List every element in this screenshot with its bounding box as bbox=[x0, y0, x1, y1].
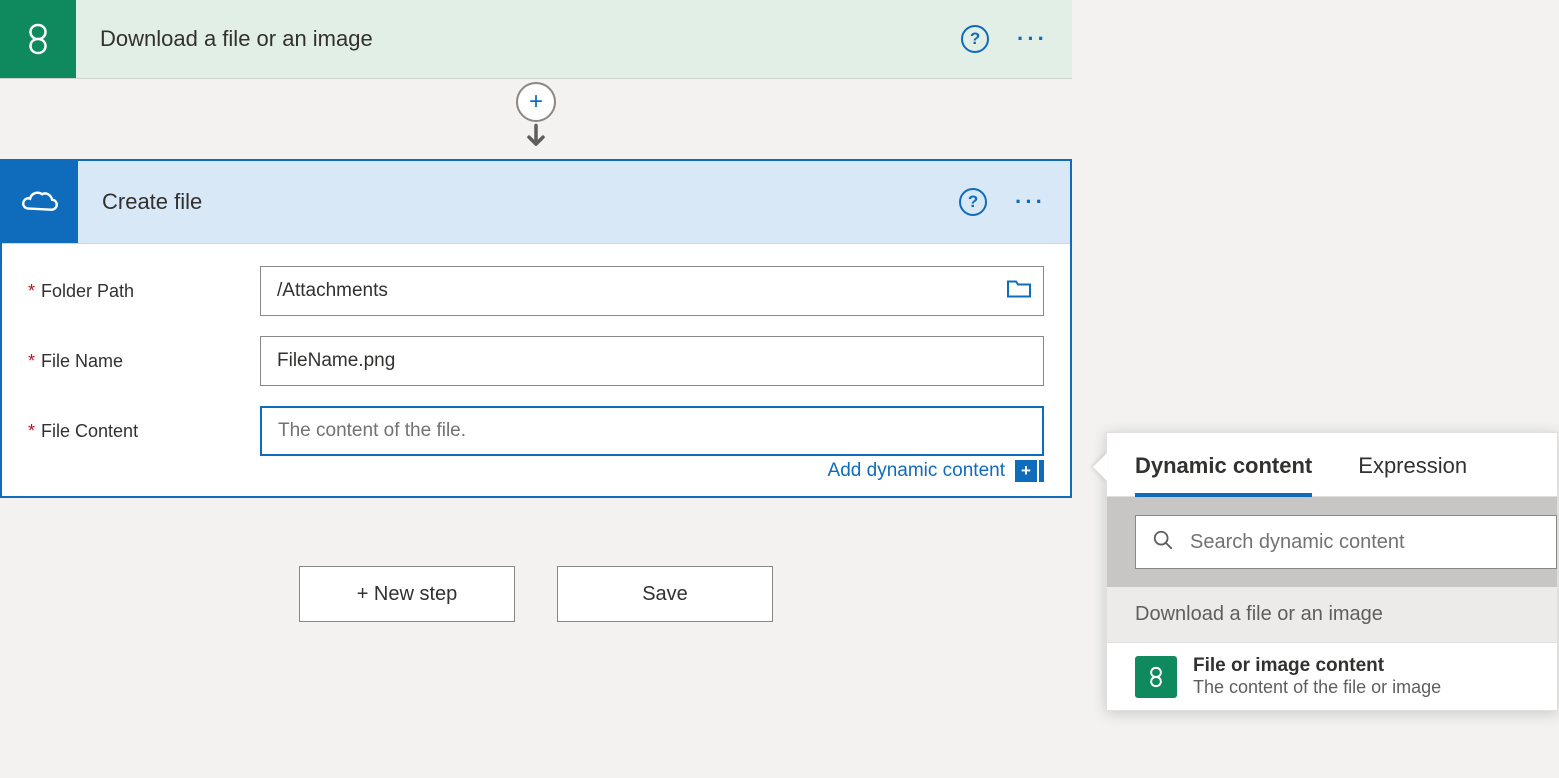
tab-expression[interactable]: Expression bbox=[1358, 453, 1467, 496]
file-content-input[interactable] bbox=[260, 406, 1044, 456]
dataverse-icon bbox=[0, 0, 76, 78]
step-create-file-card: Create file ? ··· * Folder Path bbox=[0, 159, 1072, 498]
panel-pointer bbox=[1093, 453, 1107, 481]
dynamic-item-desc: The content of the file or image bbox=[1193, 677, 1441, 698]
more-icon[interactable]: ··· bbox=[1015, 191, 1046, 213]
arrow-down-icon bbox=[522, 128, 550, 150]
dynamic-item-file-content[interactable]: File or image content The content of the… bbox=[1107, 642, 1557, 710]
help-icon[interactable]: ? bbox=[959, 188, 987, 216]
save-button[interactable]: Save bbox=[557, 566, 773, 622]
onedrive-icon bbox=[2, 161, 78, 243]
step-create-file-title: Create file bbox=[102, 189, 202, 215]
tab-dynamic-content[interactable]: Dynamic content bbox=[1135, 453, 1312, 497]
dynamic-item-title: File or image content bbox=[1193, 655, 1441, 677]
file-content-label: File Content bbox=[41, 421, 138, 442]
save-label: Save bbox=[642, 583, 688, 606]
folder-picker-icon[interactable] bbox=[1006, 278, 1032, 305]
search-icon bbox=[1152, 529, 1174, 556]
dataverse-icon bbox=[1135, 656, 1177, 698]
search-input[interactable] bbox=[1190, 531, 1540, 554]
dynamic-section-header: Download a file or an image bbox=[1107, 587, 1557, 642]
more-icon[interactable]: ··· bbox=[1017, 28, 1048, 50]
field-folder-path: * Folder Path bbox=[28, 266, 1044, 316]
step-download-title: Download a file or an image bbox=[100, 26, 373, 52]
required-marker: * bbox=[28, 281, 35, 302]
new-step-label: + New step bbox=[357, 583, 458, 606]
add-dynamic-content-link[interactable]: Add dynamic content bbox=[828, 460, 1005, 482]
step-download-header[interactable]: Download a file or an image ? ··· bbox=[0, 0, 1072, 79]
required-marker: * bbox=[28, 351, 35, 372]
add-step-button[interactable]: + bbox=[516, 82, 556, 122]
field-file-content: * File Content bbox=[28, 406, 1044, 456]
required-marker: * bbox=[28, 421, 35, 442]
file-name-input[interactable] bbox=[260, 336, 1044, 386]
step-create-file-header[interactable]: Create file ? ··· bbox=[2, 161, 1070, 244]
dynamic-content-toggle-icon[interactable]: + bbox=[1015, 460, 1044, 482]
folder-path-label: Folder Path bbox=[41, 281, 134, 302]
step-connector: + bbox=[0, 79, 1072, 159]
file-name-label: File Name bbox=[41, 351, 123, 372]
field-file-name: * File Name bbox=[28, 336, 1044, 386]
new-step-button[interactable]: + New step bbox=[299, 566, 515, 622]
folder-path-input[interactable] bbox=[260, 266, 1044, 316]
dynamic-content-panel: Dynamic content Expression Download a fi… bbox=[1106, 432, 1558, 711]
help-icon[interactable]: ? bbox=[961, 25, 989, 53]
